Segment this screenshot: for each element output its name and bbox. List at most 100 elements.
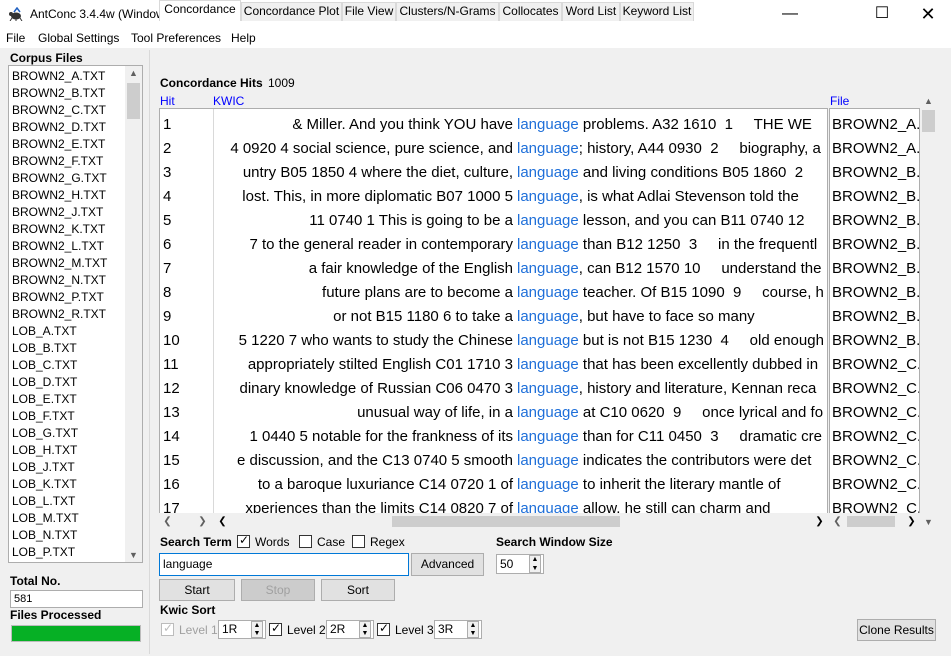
kwic-file-name[interactable]: BROWN2_B. — [832, 281, 919, 305]
kwic-line[interactable]: 11 0740 1 This is going to be a language … — [215, 209, 827, 233]
file-hscroll-thumb[interactable] — [847, 516, 895, 527]
kwic-line[interactable]: xperiences than the limits C14 0820 7 of… — [215, 497, 827, 513]
kwic-line[interactable]: to a baroque luxuriance C14 0720 1 of lan… — [215, 473, 827, 497]
spin-down-icon[interactable]: ▼ — [530, 565, 540, 573]
spin-up-icon[interactable]: ▲ — [360, 622, 370, 630]
menu-file[interactable]: File — [6, 31, 25, 45]
level2-checkbox[interactable] — [269, 621, 282, 636]
kwic-file-name[interactable]: BROWN2_C. — [832, 449, 919, 473]
maximize-icon[interactable]: ☐ — [859, 0, 905, 28]
col-header-file[interactable]: File — [830, 94, 849, 108]
start-button[interactable]: Start — [159, 579, 235, 601]
kwic-keyword[interactable]: language — [517, 260, 579, 277]
kwic-line[interactable]: & Miller. And you think YOU have language… — [215, 113, 827, 137]
corpus-file-item[interactable]: BROWN2_C.TXT — [12, 102, 106, 119]
scroll-thumb[interactable] — [127, 83, 140, 119]
kwic-scroll-left-icon[interactable]: ❮ — [214, 513, 231, 530]
kwic-line[interactable]: e discussion, and the C13 0740 5 smooth l… — [215, 449, 827, 473]
kwic-file-name[interactable]: BROWN2_A. — [832, 113, 919, 137]
kwic-scroll-thumb[interactable] — [392, 516, 620, 527]
corpus-file-item[interactable]: LOB_M.TXT — [12, 510, 79, 527]
search-term-input[interactable]: language — [159, 553, 409, 576]
spin-down-icon[interactable]: ▼ — [468, 630, 478, 638]
col-header-hit[interactable]: Hit — [160, 94, 175, 108]
kwic-keyword[interactable]: language — [517, 236, 579, 253]
kwic-line[interactable]: lost. This, in more diplomatic B07 1000 … — [215, 185, 827, 209]
kwic-line[interactable]: appropriately stilted English C01 1710 3… — [215, 353, 827, 377]
corpus-file-item[interactable]: BROWN2_P.TXT — [12, 289, 104, 306]
close-icon[interactable]: ✕ — [905, 0, 951, 28]
menu-global-settings[interactable]: Global Settings — [38, 31, 119, 45]
kwic-file-name[interactable]: BROWN2_B. — [832, 185, 919, 209]
kwic-keyword[interactable]: language — [517, 284, 579, 301]
kwic-line[interactable]: or not B15 1180 6 to take a language, but… — [215, 305, 827, 329]
kwic-file-name[interactable]: BROWN2_C. — [832, 353, 919, 377]
regex-checkbox[interactable] — [352, 535, 365, 548]
hit-hscrollbar[interactable]: ❮ ❯ — [159, 513, 214, 530]
kwic-file-name[interactable]: BROWN2_B. — [832, 305, 919, 329]
kwic-keyword[interactable]: language — [517, 188, 579, 205]
tab-clusters-ngrams[interactable]: Clusters/N-Grams — [396, 2, 499, 21]
corpus-file-item[interactable]: LOB_D.TXT — [12, 374, 77, 391]
hit-scroll-left-icon[interactable]: ❮ — [159, 513, 176, 530]
spin-down-icon[interactable]: ▼ — [252, 630, 262, 638]
corpus-file-item[interactable]: LOB_E.TXT — [12, 391, 77, 408]
corpus-file-item[interactable]: BROWN2_R.TXT — [12, 306, 106, 323]
kwic-hscrollbar[interactable]: ❮ ❯ — [214, 513, 828, 530]
scroll-down-icon[interactable]: ▼ — [125, 550, 142, 560]
kwic-file-name[interactable]: BROWN2_B. — [832, 257, 919, 281]
file-scroll-down-icon[interactable]: ▼ — [920, 517, 937, 527]
corpus-file-item[interactable]: LOB_A.TXT — [12, 323, 77, 340]
kwic-file-name[interactable]: BROWN2_C. — [832, 425, 919, 449]
corpus-file-item[interactable]: BROWN2_N.TXT — [12, 272, 106, 289]
advanced-button[interactable]: Advanced — [411, 553, 484, 576]
corpus-file-item[interactable]: LOB_B.TXT — [12, 340, 77, 357]
level1-checkbox[interactable] — [161, 621, 174, 636]
tab-collocates[interactable]: Collocates — [499, 2, 562, 21]
kwic-keyword[interactable]: language — [517, 476, 579, 493]
kwic-keyword[interactable]: language — [517, 428, 579, 445]
kwic-line[interactable]: 1 0440 5 notable for the frankness of it… — [215, 425, 827, 449]
kwic-keyword[interactable]: language — [517, 116, 579, 133]
file-column[interactable]: BROWN2_A. BROWN2_A. BROWN2_B. BROWN2_B. BROW… — [829, 108, 920, 514]
hit-scroll-right-icon[interactable]: ❯ — [194, 513, 211, 530]
corpus-file-list[interactable]: BROWN2_A.TXT BROWN2_B.TXT BROWN2_C.TXT BROW… — [8, 65, 143, 563]
spin-up-icon[interactable]: ▲ — [252, 622, 262, 630]
tab-concordance-plot[interactable]: Concordance Plot — [241, 2, 342, 21]
spin-up-icon[interactable]: ▲ — [530, 556, 540, 564]
kwic-line[interactable]: a fair knowledge of the English language,… — [215, 257, 827, 281]
kwic-line[interactable]: future plans are to become a language tea… — [215, 281, 827, 305]
window-size-spinner[interactable]: ▲ ▼ — [529, 555, 541, 573]
col-header-kwic[interactable]: KWIC — [213, 94, 244, 108]
file-scroll-thumb[interactable] — [922, 110, 935, 132]
corpus-file-item[interactable]: BROWN2_K.TXT — [12, 221, 105, 238]
corpus-file-item[interactable]: LOB_H.TXT — [12, 442, 77, 459]
kwic-line[interactable]: unusual way of life, in a language at C10… — [215, 401, 827, 425]
kwic-line[interactable]: 5 1220 7 who wants to study the Chinese l… — [215, 329, 827, 353]
spin-up-icon[interactable]: ▲ — [468, 622, 478, 630]
kwic-keyword[interactable]: language — [517, 380, 579, 397]
file-hscrollbar[interactable]: ❮ ❯ — [829, 513, 920, 530]
case-checkbox[interactable] — [299, 535, 312, 548]
corpus-file-item[interactable]: LOB_P.TXT — [12, 544, 75, 561]
menu-tool-preferences[interactable]: Tool Preferences — [131, 31, 221, 45]
corpus-file-item[interactable]: BROWN2_H.TXT — [12, 187, 106, 204]
words-checkbox[interactable] — [237, 533, 250, 548]
tab-concordance[interactable]: Concordance — [159, 0, 241, 21]
level3-checkbox[interactable] — [377, 621, 390, 636]
kwic-scroll-right-icon[interactable]: ❯ — [811, 513, 828, 530]
level3-spinner[interactable]: ▲ ▼ — [467, 621, 479, 638]
kwic-keyword[interactable]: language — [517, 500, 579, 513]
corpus-file-item[interactable]: LOB_F.TXT — [12, 408, 75, 425]
corpus-file-item[interactable]: LOB_L.TXT — [12, 493, 75, 510]
corpus-file-item[interactable]: LOB_K.TXT — [12, 476, 77, 493]
kwic-keyword[interactable]: language — [517, 356, 579, 373]
scroll-up-icon[interactable]: ▲ — [125, 68, 142, 78]
corpus-file-item[interactable]: BROWN2_G.TXT — [12, 170, 107, 187]
kwic-line[interactable]: 4 0920 4 social science, pure science, a… — [215, 137, 827, 161]
sort-button[interactable]: Sort — [321, 579, 395, 601]
corpus-file-item[interactable]: LOB_J.TXT — [12, 459, 75, 476]
menu-help[interactable]: Help — [231, 31, 256, 45]
kwic-keyword[interactable]: language — [517, 212, 579, 229]
kwic-keyword[interactable]: language — [517, 164, 579, 181]
